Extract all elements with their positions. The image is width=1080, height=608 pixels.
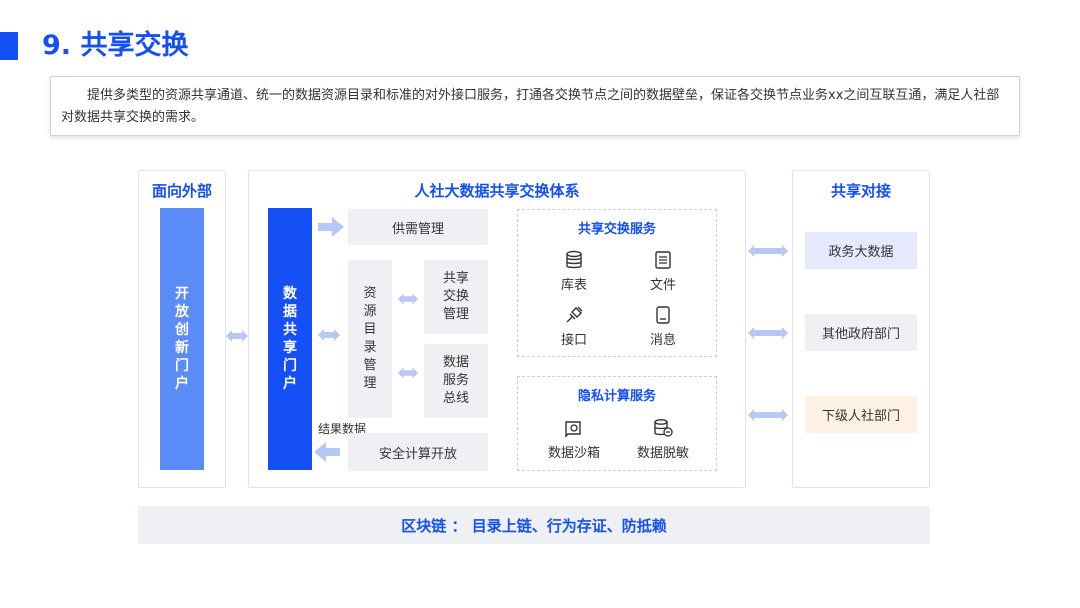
- double-arrow-icon: [748, 327, 788, 339]
- resource-catalog-box: 资源目录管理: [348, 260, 392, 418]
- center-panel-title: 人社大数据共享交换体系: [414, 182, 580, 200]
- service-item-file: 文件: [633, 250, 693, 293]
- supply-demand-box: 供需管理: [348, 209, 488, 245]
- privacy-item-label: 数据沙箱: [547, 446, 600, 461]
- arrow-right-icon: [318, 217, 344, 237]
- secure-computing-box: 安全计算开放: [348, 433, 488, 471]
- service-item-table: 库表: [544, 250, 604, 293]
- service-item-label: 接口: [560, 333, 587, 348]
- resource-catalog-label: 资源目录管理: [363, 286, 377, 391]
- service-item-label: 库表: [560, 278, 587, 293]
- gov-big-data-box: 政务大数据: [805, 232, 917, 269]
- privacy-item-desensitize: 数据脱敏: [627, 418, 699, 461]
- desensitize-icon: [654, 419, 673, 437]
- double-arrow-icon: [318, 329, 340, 341]
- privacy-service-title: 隐私计算服务: [577, 389, 656, 404]
- description-box: 提供多类型的资源共享通道、统一的数据资源目录和标准的对外接口服务，打通各交换节点…: [50, 76, 1020, 136]
- exchange-management-box: 共享交换管理: [424, 260, 488, 334]
- privacy-item-label: 数据脱敏: [636, 446, 689, 461]
- exchange-service-title: 共享交换服务: [577, 222, 656, 237]
- exchange-management-label: 共享交换管理: [442, 271, 469, 322]
- blockchain-bar: 区块链 ： 目录上链、行为存证、防抵赖: [138, 506, 930, 544]
- privacy-item-sandbox: 数据沙箱: [538, 418, 610, 461]
- database-icon: [566, 250, 582, 269]
- double-arrow-icon: [748, 409, 788, 421]
- sandbox-icon: [565, 421, 581, 438]
- subordinate-dept-box: 下级人社部门: [805, 396, 917, 433]
- other-gov-dept-box: 其他政府部门: [805, 314, 917, 351]
- service-item-interface: 接口: [544, 305, 604, 348]
- page-title: 9. 共享交换: [42, 30, 189, 61]
- data-sharing-portal-label: 数据共享门户: [283, 286, 297, 392]
- double-arrow-icon: [398, 367, 418, 379]
- open-portal-bar: 开放创新门户: [160, 208, 204, 470]
- double-arrow-icon: [226, 330, 248, 342]
- file-icon: [655, 251, 671, 269]
- data-service-bus-box: 数据服务总线: [424, 344, 488, 418]
- data-service-bus-label: 数据服务总线: [442, 355, 469, 406]
- left-panel-title: 面向外部: [151, 182, 212, 200]
- service-item-message: 消息: [633, 305, 693, 348]
- title-accent-bar: [0, 32, 18, 60]
- arrow-left-icon: [314, 442, 340, 462]
- double-arrow-icon: [398, 293, 418, 305]
- open-portal-label: 开放创新门户: [175, 286, 189, 392]
- double-arrow-icon: [748, 245, 788, 257]
- right-panel-title: 共享对接: [830, 182, 891, 200]
- plug-icon: [566, 306, 583, 323]
- message-icon: [656, 306, 670, 324]
- data-sharing-portal-bar: 数据共享门户: [268, 208, 312, 470]
- service-item-label: 消息: [649, 333, 676, 348]
- service-item-label: 文件: [649, 278, 676, 293]
